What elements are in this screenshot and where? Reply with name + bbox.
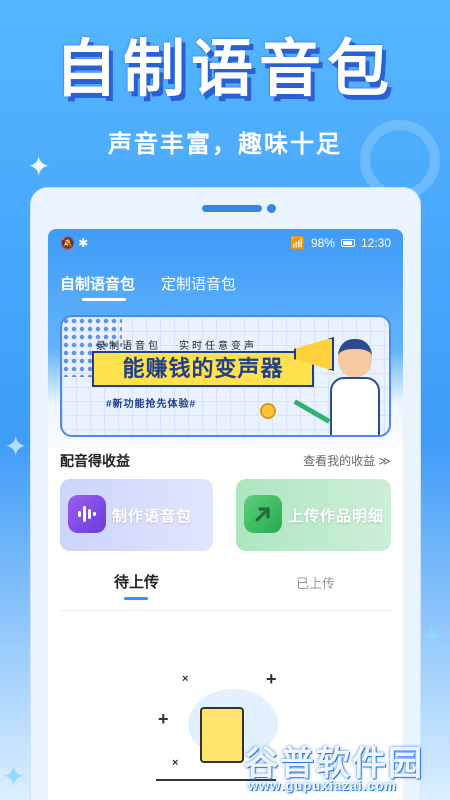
make-voice-pack-card[interactable]: 制作语音包: [60, 479, 213, 551]
upload-details-card[interactable]: 上传作品明细: [236, 479, 391, 551]
promo-banner[interactable]: 录制语音包 实时任意变声 能赚钱的变声器 #新功能抢先体验#: [60, 315, 391, 437]
status-left-icons: 🔕 ✱: [60, 236, 89, 250]
banner-subtag: #新功能抢先体验#: [106, 399, 197, 410]
decoration-stick: [293, 399, 331, 424]
top-tabs: 自制语音包 定制语音包: [60, 273, 236, 301]
cross-icon: ×: [172, 757, 179, 769]
app-screen: 🔕 ✱ 📶 98% 12:30 自制语音包 定制语音包 录制语音包 实时任意变声…: [48, 229, 403, 800]
clock: 12:30: [360, 236, 391, 250]
tab-pending-upload[interactable]: 待上传: [114, 571, 159, 600]
view-earnings-link[interactable]: 查看我的收益 ≫: [303, 452, 391, 469]
promo-title: 自制语音包: [54, 35, 395, 104]
cross-icon: ×: [182, 673, 189, 685]
character-body: [330, 377, 380, 435]
camera-dot: [267, 204, 276, 213]
tab-uploaded[interactable]: 已上传: [296, 573, 335, 592]
upload-arrow-icon: [244, 495, 282, 533]
status-bar: 🔕 ✱ 📶 98% 12:30: [48, 229, 403, 257]
banner-tag: 录制语音包: [96, 341, 161, 352]
tab-custom-voice-pack[interactable]: 定制语音包: [161, 273, 236, 294]
battery-icon: [340, 239, 355, 247]
section-title: 配音得收益: [60, 453, 130, 469]
card-label: 制作语音包: [112, 508, 193, 525]
tab-self-made-voice-pack[interactable]: 自制语音包: [60, 273, 135, 301]
sparkle-icon: ✦: [420, 621, 444, 652]
sparkle-icon: ✦: [27, 151, 51, 182]
waveform-icon: [68, 495, 106, 533]
earnings-section-header: 配音得收益 查看我的收益 ≫: [60, 451, 391, 471]
banner-tags: 录制语音包 实时任意变声: [96, 337, 257, 352]
sparkle-icon: ✦: [2, 761, 26, 792]
camera-bar: [202, 205, 262, 212]
plus-icon: +: [158, 709, 169, 729]
upload-status-tabs: 待上传 已上传: [60, 571, 391, 611]
watermark: 谷普软件园 www.gupuxiazai.com: [244, 736, 450, 800]
wifi-icon: 📶: [289, 236, 305, 250]
status-right: 📶 98% 12:30: [290, 236, 391, 250]
banner-headline: 能赚钱的变声器: [92, 351, 314, 387]
banner-tag: 实时任意变声: [179, 341, 257, 352]
character-illustration: [338, 339, 372, 377]
watermark-url: www.gupuxiazai.com: [248, 778, 397, 793]
card-label: 上传作品明细: [288, 508, 385, 525]
document-icon: [200, 707, 244, 763]
battery-percent: 98%: [310, 236, 335, 250]
coin-icon: [260, 403, 276, 419]
sparkle-icon: ✦: [4, 431, 28, 462]
plus-icon: +: [266, 669, 277, 689]
